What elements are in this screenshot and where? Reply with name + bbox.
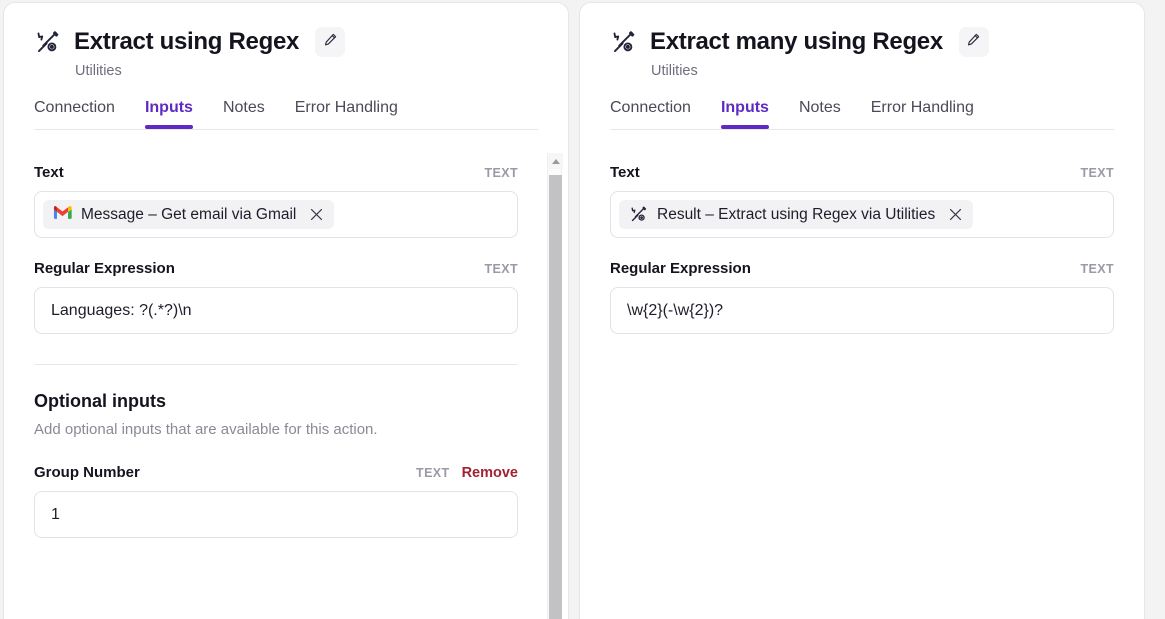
panel-subtitle: Utilities [651,63,698,79]
scroll-up-arrow-icon[interactable] [548,153,563,169]
field-header: Text TEXT [610,164,1114,181]
pencil-icon [323,32,338,52]
field-label: Text [610,164,640,181]
page-title: Extract using Regex [74,28,300,55]
triangle-up-icon [551,158,560,164]
field-type-badge: TEXT [1080,166,1114,180]
title-row: Extract many using Regex [610,27,1114,57]
inputs-form: Text TEXT [4,130,568,538]
tab-notes[interactable]: Notes [799,99,841,129]
field-header: Text TEXT [34,164,518,181]
workspace: Extract using Regex Utilities Connection… [0,0,1165,619]
tab-bar: Connection Inputs Notes Error Handling [610,99,1114,129]
close-icon[interactable] [308,206,325,223]
close-icon[interactable] [947,206,964,223]
tab-connection[interactable]: Connection [610,99,691,129]
field-regular-expression: Regular Expression TEXT Languages: ?(.*?… [34,260,518,334]
tab-inputs[interactable]: Inputs [720,99,769,129]
panel-scrollbar[interactable] [547,153,563,619]
field-meta: TEXT [1080,262,1114,276]
field-label: Regular Expression [34,260,175,277]
field-type-badge: TEXT [1080,262,1114,276]
regex-input[interactable]: \w{2}(-\w{2})? [610,287,1114,334]
text-input[interactable]: Result – Extract using Regex via Utiliti… [610,191,1114,238]
panel-subtitle: Utilities [75,63,122,79]
panel-header: Extract using Regex Utilities Connection… [4,3,568,129]
optional-inputs-title: Optional inputs [34,391,166,411]
action-panel-extract-many-using-regex: Extract many using Regex Utilities Conne… [579,2,1145,619]
title-row: Extract using Regex [34,27,538,57]
field-label: Regular Expression [610,260,751,277]
field-meta: TEXT Remove [416,465,518,481]
chip-label: Result – Extract using Regex via Utiliti… [657,205,936,223]
pencil-icon [966,32,981,52]
field-meta: TEXT [484,262,518,276]
field-group-number: Group Number TEXT Remove 1 [34,464,518,538]
edit-title-button[interactable] [315,27,346,57]
scrollbar-thumb[interactable] [549,175,562,619]
page-title: Extract many using Regex [650,28,943,55]
field-type-badge: TEXT [416,466,450,480]
field-text: Text TEXT [34,164,518,238]
field-header: Group Number TEXT Remove [34,464,518,481]
field-header: Regular Expression TEXT [610,260,1114,277]
variable-chip-result[interactable]: Result – Extract using Regex via Utiliti… [619,200,974,229]
tab-error-handling[interactable]: Error Handling [871,99,974,129]
tools-icon [629,205,648,224]
tab-bar: Connection Inputs Notes Error Handling [34,99,538,129]
gmail-icon [53,205,72,224]
field-type-badge: TEXT [484,166,518,180]
chip-label: Message – Get email via Gmail [81,205,297,223]
inputs-form: Text TEXT [580,130,1144,334]
field-header: Regular Expression TEXT [34,260,518,277]
tab-inputs[interactable]: Inputs [144,99,193,129]
optional-inputs-description: Add optional inputs that are available f… [34,421,378,438]
field-label: Text [34,164,64,181]
edit-title-button[interactable] [958,27,989,57]
tools-icon [610,29,637,56]
tab-connection[interactable]: Connection [34,99,115,129]
remove-optional-input-button[interactable]: Remove [462,465,518,481]
tab-error-handling[interactable]: Error Handling [295,99,398,129]
tools-icon [34,29,61,56]
regex-input[interactable]: Languages: ?(.*?)\n [34,287,518,334]
group-number-input[interactable]: 1 [34,491,518,538]
section-divider [34,364,518,365]
variable-chip-message[interactable]: Message – Get email via Gmail [43,200,335,229]
field-label: Group Number [34,464,140,481]
field-regular-expression: Regular Expression TEXT \w{2}(-\w{2})? [610,260,1114,334]
field-type-badge: TEXT [484,262,518,276]
field-text: Text TEXT [610,164,1114,238]
field-meta: TEXT [1080,166,1114,180]
tab-notes[interactable]: Notes [223,99,265,129]
field-meta: TEXT [484,166,518,180]
text-input[interactable]: Message – Get email via Gmail [34,191,518,238]
action-panel-extract-using-regex: Extract using Regex Utilities Connection… [3,2,569,619]
panel-header: Extract many using Regex Utilities Conne… [580,3,1144,129]
